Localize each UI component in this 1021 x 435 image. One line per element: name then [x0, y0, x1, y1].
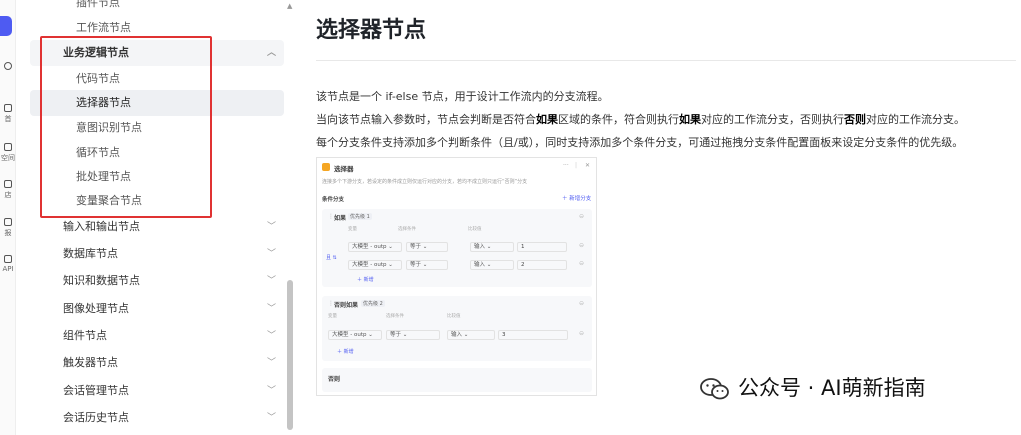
- remove-condition-icon[interactable]: ⊖: [579, 330, 584, 337]
- docs-sidebar: 插件节点 工作流节点 业务逻辑节点 ︿ 代码节点 选择器节点 意图识别节点 循环节…: [30, 0, 292, 435]
- paragraph-intro: 该节点是一个 if-else 节点，用于设计工作流内的分支流程。: [316, 90, 609, 103]
- sidebar-item-selector-node[interactable]: 选择器节点: [30, 90, 284, 116]
- column-cond: 选择条件: [386, 314, 404, 319]
- condition-select[interactable]: 等于 ⌄: [406, 260, 448, 270]
- nav-report[interactable]: 报: [0, 218, 16, 238]
- add-branch-button[interactable]: ＋ 新增分支: [562, 194, 591, 202]
- compare-value-input[interactable]: 1: [517, 242, 567, 252]
- sidebar-group-io[interactable]: 输入和输出节点 ﹀: [30, 214, 284, 240]
- sidebar-item-batch-node[interactable]: 批处理节点: [30, 164, 284, 190]
- input-type-select[interactable]: 输入 ⌄: [447, 330, 495, 340]
- chevron-down-icon: ﹀: [266, 276, 276, 286]
- if-label: 如果: [334, 215, 347, 222]
- home-icon: [4, 104, 12, 112]
- add-condition-button[interactable]: ＋ 新增: [337, 348, 354, 355]
- nav-home[interactable]: 首: [0, 104, 16, 124]
- compare-value-input[interactable]: 2: [517, 260, 567, 270]
- logic-toggle[interactable]: 且 ⇅: [326, 254, 337, 261]
- priority-badge: 优先级 1: [348, 213, 372, 220]
- chevron-down-icon: ﹀: [266, 331, 276, 341]
- variable-select[interactable]: 大模型 - outp ⌄: [348, 242, 402, 252]
- selector-node-icon: [322, 163, 330, 171]
- variable-select[interactable]: 大模型 - outp ⌄: [348, 260, 402, 270]
- watermark: 公众号 · AI萌新指南: [700, 372, 926, 402]
- scroll-up-icon[interactable]: ▲: [287, 2, 292, 10]
- icon-rail: 首 空间 店 报 API: [0, 0, 16, 435]
- sidebar-item-plugin-node[interactable]: 插件节点: [30, 0, 284, 16]
- column-val: 比较值: [468, 227, 482, 232]
- chevron-down-icon: ﹀: [266, 413, 276, 423]
- sidebar-scrollbar[interactable]: ▲: [287, 0, 293, 435]
- sidebar-group-history[interactable]: 会话历史节点 ﹀: [30, 405, 284, 431]
- api-icon: [4, 255, 12, 263]
- selector-node-screenshot: 选择器 ··· | ✕ 连接多个下游分支，若设定的条件成立则仅运行对应的分支，若…: [316, 157, 597, 396]
- nav-workspace[interactable]: 空间: [0, 143, 16, 163]
- remove-condition-icon[interactable]: ⊖: [579, 260, 584, 267]
- column-var: 变量: [328, 314, 337, 319]
- compare-value-input[interactable]: 3: [498, 330, 568, 340]
- app-logo[interactable]: [0, 16, 12, 36]
- priority-badge: 优先级 2: [361, 300, 385, 307]
- separator: |: [575, 162, 578, 169]
- sidebar-group-trigger[interactable]: 触发器节点 ﹀: [30, 350, 284, 376]
- watermark-text: 公众号 · AI萌新指南: [738, 376, 926, 400]
- chevron-down-icon: ﹀: [266, 386, 276, 396]
- workspace-icon: [4, 143, 12, 151]
- paragraph-branches: 每个分支条件支持添加多个判断条件（且/或），同时支持添加多个条件分支，可通过拖拽…: [316, 136, 964, 149]
- sidebar-group-component[interactable]: 组件节点 ﹀: [30, 323, 284, 349]
- title-divider: [316, 60, 1016, 61]
- clock-icon[interactable]: [0, 62, 16, 72]
- chevron-down-icon: ﹀: [266, 304, 276, 314]
- sidebar-group-business-logic[interactable]: 业务逻辑节点 ︿: [30, 40, 284, 66]
- variable-select[interactable]: 大模型 - outp ⌄: [328, 330, 382, 340]
- store-icon: [4, 180, 12, 188]
- input-type-select[interactable]: 输入 ⌄: [470, 242, 514, 252]
- column-cond: 选择条件: [398, 227, 416, 232]
- sidebar-item-workflow-node[interactable]: 工作流节点: [30, 15, 284, 41]
- nav-store[interactable]: 店: [0, 180, 16, 200]
- remove-condition-icon[interactable]: ⊖: [579, 242, 584, 249]
- chevron-down-icon: ﹀: [266, 358, 276, 368]
- chevron-down-icon: ﹀: [266, 249, 276, 259]
- nav-api[interactable]: API: [0, 255, 16, 273]
- sidebar-item-variable-aggregate-node[interactable]: 变量聚合节点: [30, 188, 284, 214]
- report-icon: [4, 218, 12, 226]
- section-label: 条件分支: [322, 197, 345, 203]
- condition-select[interactable]: 等于 ⌄: [406, 242, 448, 252]
- add-condition-button[interactable]: ＋ 新增: [357, 276, 374, 283]
- scrollbar-thumb[interactable]: [287, 280, 293, 430]
- remove-branch-icon[interactable]: ⊖: [579, 213, 584, 220]
- sidebar-item-intent-node[interactable]: 意图识别节点: [30, 115, 284, 141]
- chevron-up-icon: ︿: [266, 48, 276, 58]
- paragraph-logic: 当向该节点输入参数时，节点会判断是否符合如果区域的条件，符合则执行如果对应的工作…: [316, 113, 965, 126]
- page-title: 选择器节点: [316, 18, 427, 43]
- remove-branch-icon[interactable]: ⊖: [579, 300, 584, 307]
- input-type-select[interactable]: 输入 ⌄: [470, 260, 514, 270]
- sidebar-group-image[interactable]: 图像处理节点 ﹀: [30, 296, 284, 322]
- column-val: 比较值: [447, 314, 461, 319]
- close-icon[interactable]: ✕: [585, 162, 590, 169]
- else-label: 否则: [328, 376, 341, 383]
- chevron-down-icon: ﹀: [266, 222, 276, 232]
- sidebar-item-loop-node[interactable]: 循环节点: [30, 140, 284, 166]
- sidebar-group-knowledge[interactable]: 知识和数据节点 ﹀: [30, 268, 284, 294]
- sidebar-group-database[interactable]: 数据库节点 ﹀: [30, 241, 284, 267]
- sidebar-item-code-node[interactable]: 代码节点: [30, 66, 284, 92]
- wechat-icon: [700, 378, 730, 400]
- node-description: 连接多个下游分支，若设定的条件成立则仅运行对应的分支，若均不成立则只运行“否则”…: [322, 179, 528, 185]
- node-title: 选择器: [334, 165, 354, 173]
- more-icon[interactable]: ···: [563, 162, 569, 169]
- column-var: 变量: [348, 227, 357, 232]
- else-if-label: 否则如果: [334, 302, 359, 309]
- sidebar-group-conversation[interactable]: 会话管理节点 ﹀: [30, 378, 284, 404]
- condition-select[interactable]: 等于 ⌄: [386, 330, 440, 340]
- else-branch-panel[interactable]: [322, 368, 592, 392]
